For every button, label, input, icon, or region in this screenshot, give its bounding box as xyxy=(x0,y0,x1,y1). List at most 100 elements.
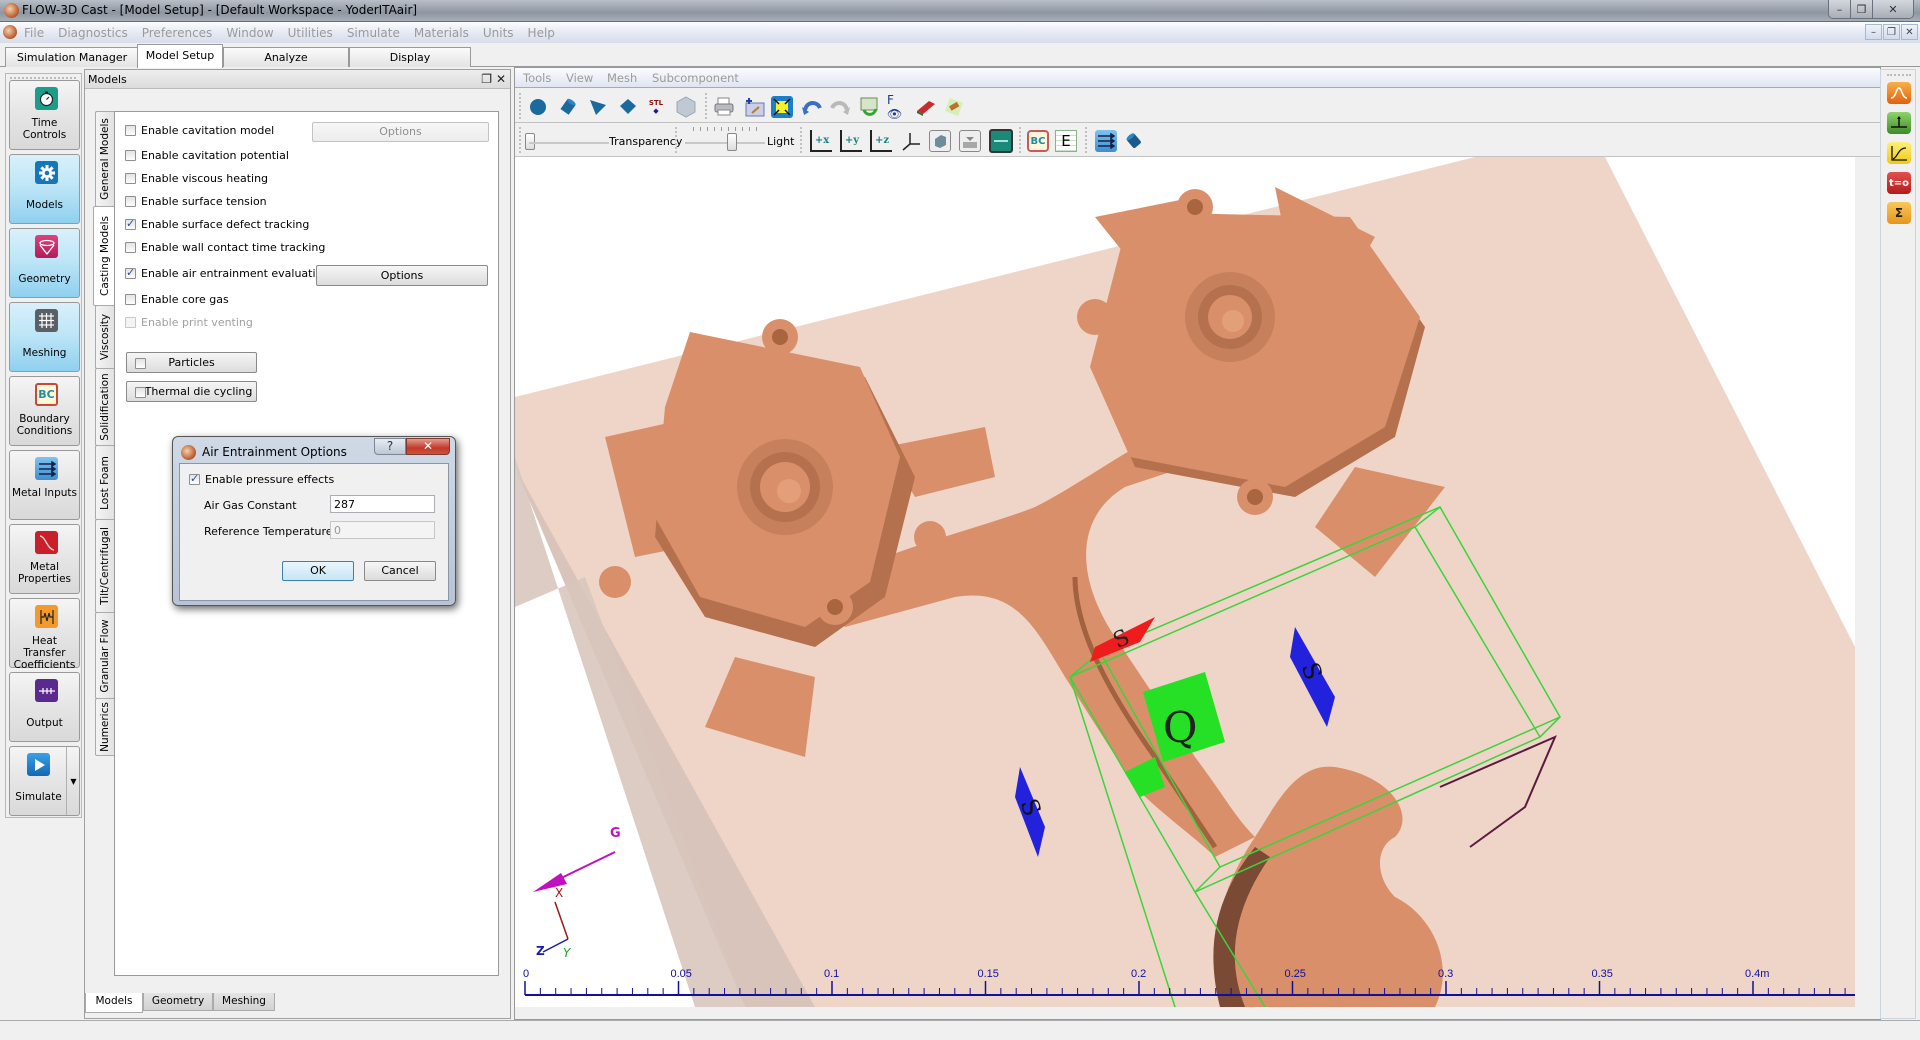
view-plus-z-icon[interactable]: +z xyxy=(870,130,892,152)
checkbox-box[interactable] xyxy=(125,217,136,230)
air-gas-constant-input[interactable]: 287 xyxy=(330,495,435,513)
enable-pressure-effects-checkbox[interactable]: Enable pressure effects xyxy=(189,472,334,486)
light-slider-handle[interactable] xyxy=(727,133,737,151)
menu-materials[interactable]: Materials xyxy=(414,26,469,40)
thermal-die-cycling-button[interactable]: Thermal die cycling xyxy=(126,381,257,402)
dialog-close-button[interactable]: ✕ xyxy=(406,438,450,455)
menu-utilities[interactable]: Utilities xyxy=(288,26,333,40)
mdi-restore-button[interactable]: ❐ xyxy=(1883,24,1900,40)
vtab-general-models[interactable]: General Models xyxy=(95,111,114,207)
cavitation-model-checkbox[interactable]: Enable cavitation model xyxy=(125,124,274,137)
component-icon[interactable] xyxy=(915,96,937,118)
restore-button[interactable]: ❐ xyxy=(1851,0,1873,18)
subcomponent-icon[interactable] xyxy=(943,96,965,118)
sphere-icon[interactable] xyxy=(527,96,549,118)
tab-model-setup[interactable]: Model Setup xyxy=(137,44,223,68)
tab-display[interactable]: Display xyxy=(349,47,471,67)
print-venting-checkbox[interactable]: Enable print venting xyxy=(125,316,253,329)
sum-volume-icon[interactable]: Σ xyxy=(1887,202,1911,224)
air-entrainment-checkbox[interactable]: Enable air entrainment evaluation xyxy=(125,266,329,280)
checkbox-box[interactable] xyxy=(125,242,136,253)
view-plus-y-icon[interactable]: +y xyxy=(840,130,862,152)
bottom-tab-geometry[interactable]: Geometry xyxy=(143,993,213,1011)
cancel-button[interactable]: Cancel xyxy=(364,561,436,581)
boundary-conditions-icon[interactable]: BC xyxy=(1027,130,1049,152)
app-menu-icon[interactable] xyxy=(3,25,17,39)
checkbox-box[interactable] xyxy=(125,266,136,279)
toolbar-grip[interactable] xyxy=(519,93,521,119)
checkbox-box[interactable] xyxy=(125,173,136,184)
fit-view-icon[interactable] xyxy=(771,96,793,118)
particles-checkbox[interactable] xyxy=(135,358,146,369)
cone-icon[interactable] xyxy=(587,96,609,118)
view-menu-subcomponent[interactable]: Subcomponent xyxy=(652,71,739,85)
menu-simulate[interactable]: Simulate xyxy=(347,26,400,40)
stl-import-icon[interactable]: STL ◆ xyxy=(645,96,667,118)
simulate-dropdown-icon[interactable]: ▼ xyxy=(66,747,80,815)
viscous-heating-checkbox[interactable]: Enable viscous heating xyxy=(125,172,268,185)
core-gas-checkbox[interactable]: Enable core gas xyxy=(125,293,229,306)
transparency-slider-track[interactable] xyxy=(529,142,609,144)
cylinder-component-icon[interactable] xyxy=(1123,130,1145,152)
vtab-numerics[interactable]: Numerics xyxy=(95,698,114,756)
particles-button[interactable]: Particles xyxy=(126,352,257,373)
surface-defect-tracking-checkbox[interactable]: Enable surface defect tracking xyxy=(125,217,309,231)
mdi-minimize-button[interactable]: – xyxy=(1865,24,1882,40)
view-menu-mesh[interactable]: Mesh xyxy=(607,71,637,85)
fluid-region-icon[interactable] xyxy=(989,129,1013,153)
undock-icon[interactable]: ❐ xyxy=(481,72,492,86)
minimize-button[interactable]: – xyxy=(1829,0,1851,18)
tab-simulation-manager[interactable]: Simulation Manager xyxy=(5,47,139,67)
box-icon[interactable] xyxy=(617,96,639,118)
3d-scene[interactable]: S Q S S G X Z Y 0 0.05 0.1 0.15 0.2 0.25… xyxy=(515,157,1855,1007)
menu-help[interactable]: Help xyxy=(528,26,555,40)
undo-icon[interactable] xyxy=(801,96,823,118)
checkbox-box[interactable] xyxy=(125,150,136,161)
surface-tension-checkbox[interactable]: Enable surface tension xyxy=(125,195,267,208)
cavitation-potential-checkbox[interactable]: Enable cavitation potential xyxy=(125,149,289,162)
menu-preferences[interactable]: Preferences xyxy=(142,26,213,40)
vtab-solidification[interactable]: Solidification xyxy=(95,368,114,446)
cavitation-options-button[interactable]: Options xyxy=(312,122,489,142)
add-baffle-icon[interactable] xyxy=(743,96,765,118)
mesh-block-icon[interactable] xyxy=(675,96,697,118)
models-button[interactable]: Models xyxy=(9,154,80,224)
checkbox-box[interactable] xyxy=(125,317,136,328)
axes-icon[interactable] xyxy=(900,130,922,152)
3d-viewport[interactable]: S Q S S G X Z Y 0 0.05 0.1 0.15 0.2 0.25… xyxy=(515,157,1855,1007)
toolbar-grip[interactable] xyxy=(1887,74,1911,76)
toolbar-grip[interactable] xyxy=(519,127,521,153)
initial-conditions-icon[interactable]: t=o xyxy=(1887,172,1911,194)
print-icon[interactable] xyxy=(713,96,735,118)
fluid-level-icon[interactable] xyxy=(959,130,981,152)
thermal-die-cycling-checkbox[interactable] xyxy=(135,387,146,398)
toolbar-grip[interactable] xyxy=(10,77,76,79)
tab-analyze[interactable]: Analyze xyxy=(223,47,349,67)
bottom-tab-meshing[interactable]: Meshing xyxy=(213,993,275,1011)
reload-icon[interactable] xyxy=(858,96,880,118)
pressure-point-icon[interactable] xyxy=(1887,112,1911,134)
menu-file[interactable]: File xyxy=(24,26,44,40)
wall-contact-time-checkbox[interactable]: Enable wall contact time tracking xyxy=(125,241,325,254)
vtab-casting-models[interactable]: Casting Models xyxy=(93,206,115,306)
edit-table-icon[interactable]: E xyxy=(1055,130,1077,152)
history-graph-icon[interactable] xyxy=(1887,142,1911,164)
geometry-button[interactable]: Geometry xyxy=(9,228,80,298)
vtab-granular-flow[interactable]: Granular Flow xyxy=(95,612,114,699)
view-menu-tools[interactable]: Tools xyxy=(523,71,551,85)
ok-button[interactable]: OK xyxy=(282,561,354,581)
reference-temperature-input[interactable]: 0 xyxy=(330,521,435,539)
simulate-button[interactable]: Simulate ▼ xyxy=(9,746,80,816)
light-slider-track[interactable] xyxy=(685,142,765,144)
vtab-lost-foam[interactable]: Lost Foam xyxy=(95,445,114,520)
air-entrainment-options-button[interactable]: Options xyxy=(316,265,488,286)
visibility-icon[interactable]: F👁 xyxy=(887,93,909,121)
redo-icon[interactable] xyxy=(829,96,851,118)
time-controls-button[interactable]: Time Controls xyxy=(9,80,80,150)
meshing-button[interactable]: Meshing xyxy=(9,302,80,372)
mdi-close-button[interactable]: ✕ xyxy=(1901,24,1918,40)
checkbox-box[interactable] xyxy=(125,196,136,207)
checkbox-box[interactable] xyxy=(125,294,136,305)
dialog-help-button[interactable]: ? xyxy=(374,438,406,455)
boundary-conditions-button[interactable]: BC Boundary Conditions xyxy=(9,376,80,446)
